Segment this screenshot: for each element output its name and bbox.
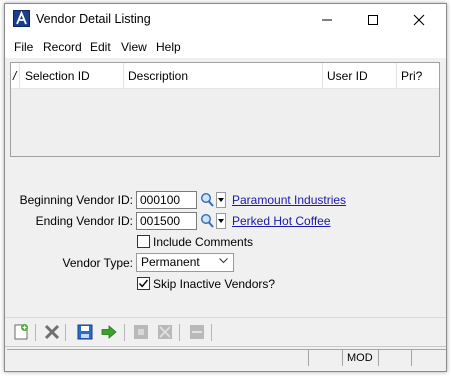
column-header-description[interactable]: Description [124,63,323,89]
save-icon[interactable] [76,323,94,341]
grid-header: / Selection ID Description User ID Pri? [11,63,439,89]
ending-vendor-input[interactable]: 001500 [136,212,197,230]
column-header-selection-id[interactable]: Selection ID [21,63,124,89]
ending-vendor-name-link[interactable]: Perked Hot Coffee [232,214,331,228]
beginning-vendor-input[interactable]: 000100 [136,191,197,209]
skip-inactive-vendors-label: Skip Inactive Vendors? [153,277,276,291]
chevron-down-icon [219,258,228,264]
app-logo-icon [13,10,30,27]
status-cell-blank [411,349,446,366]
column-header-marker[interactable]: / [11,63,20,89]
status-cell-blank [308,349,342,366]
toolbar-separator [65,324,66,341]
vendor-detail-listing-window: Vendor Detail Listing File Record Edit V… [4,3,447,372]
column-header-user-id[interactable]: User ID [323,63,397,89]
include-comments-label: Include Comments [153,235,254,249]
menu-edit[interactable]: Edit [90,40,111,54]
beginning-vendor-label: Beginning Vendor ID: [19,193,133,207]
beginning-vendor-lookup-icon[interactable] [200,192,214,208]
vendor-type-label: Vendor Type: [62,256,134,270]
vendor-type-select[interactable]: Permanent [136,253,234,272]
vendor-type-value: Permanent [141,255,200,269]
ending-vendor-dropdown-icon[interactable] [216,213,226,229]
toolbar-separator [124,324,125,341]
status-bar: MOD [5,346,446,366]
toolbar-separator [35,324,36,341]
beginning-vendor-name-link[interactable]: Paramount Industries [232,193,346,207]
beginning-vendor-dropdown-icon[interactable] [216,192,226,208]
title-bar: Vendor Detail Listing [5,4,446,36]
menu-view[interactable]: View [121,40,147,54]
new-icon[interactable] [12,323,30,341]
ending-vendor-label: Ending Vendor ID: [35,214,133,228]
toolbar-separator [179,324,180,341]
menu-file[interactable]: File [14,40,33,54]
status-mode-cell: MOD [342,349,378,366]
selection-grid[interactable]: / Selection ID Description User ID Pri? [10,62,440,157]
checkmark-icon [138,279,149,288]
menu-record[interactable]: Record [43,40,82,54]
include-comments-checkbox[interactable] [137,235,150,248]
skip-inactive-vendors-checkbox[interactable] [137,277,150,290]
toolbar [5,317,446,345]
proceed-icon[interactable] [100,323,118,341]
status-cell-blank [378,349,411,366]
status-mode: MOD [347,352,373,364]
column-header-pri[interactable]: Pri? [397,63,439,89]
ending-vendor-lookup-icon[interactable] [200,213,214,229]
menu-bar: File Record Edit View Help [5,36,446,58]
maximize-icon[interactable] [350,4,396,36]
toolbar-separator [211,324,212,341]
disabled-icon [132,323,150,341]
menu-help[interactable]: Help [156,40,181,54]
disabled-dash-icon [188,323,206,341]
close-icon[interactable] [396,4,442,36]
window-title: Vendor Detail Listing [36,12,151,26]
status-message-cell [7,349,308,366]
disabled-expand-icon [156,323,174,341]
minimize-icon[interactable] [304,4,350,36]
delete-icon[interactable] [43,323,61,341]
